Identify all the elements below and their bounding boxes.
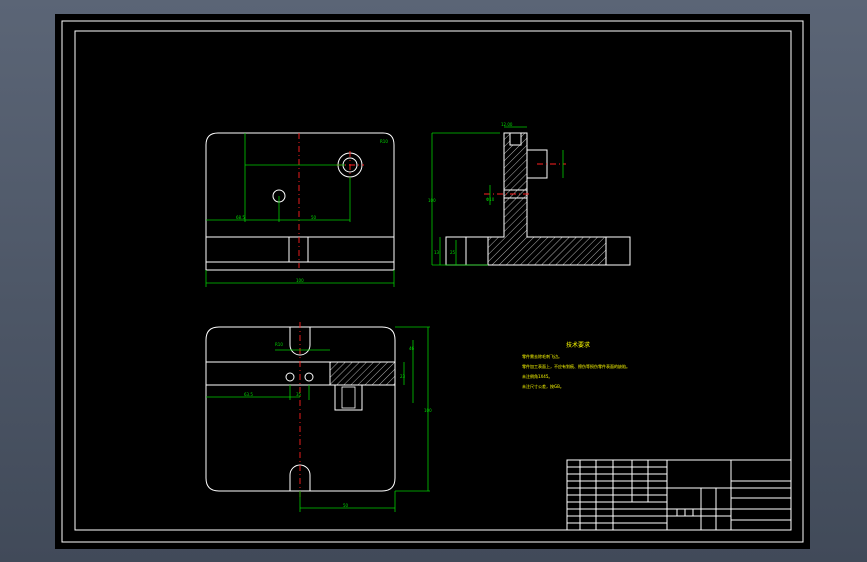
svg-text:R10: R10 [275, 342, 283, 347]
svg-text:Φ10: Φ10 [486, 197, 495, 202]
svg-text:25: 25 [450, 250, 456, 255]
title-block [566, 459, 792, 531]
svg-text:100: 100 [296, 278, 304, 283]
svg-text:63.5: 63.5 [244, 392, 253, 397]
svg-text:13: 13 [434, 250, 440, 255]
svg-text:35: 35 [296, 392, 302, 397]
top-view: 63.5 35 50 100 46 23 R10 [205, 322, 432, 512]
svg-text:50: 50 [343, 503, 349, 508]
svg-text:100: 100 [428, 198, 436, 203]
front-view: 68.5 50 100 R10 [205, 132, 395, 287]
svg-text:23: 23 [400, 374, 406, 379]
cad-drawing: 68.5 50 100 R10 100 Φ10 12.00 13 25 63.5… [61, 20, 804, 543]
svg-text:68.5: 68.5 [236, 215, 245, 220]
outer-border [61, 20, 804, 543]
notes-line-1: 零件需去除毛刺飞边。 [522, 353, 562, 359]
svg-text:50: 50 [311, 215, 317, 220]
notes-line-4: 未注尺寸公差，按GB。 [522, 383, 564, 389]
svg-text:12.00: 12.00 [501, 122, 513, 127]
side-view: 100 Φ10 12.00 13 25 [428, 122, 631, 266]
notes-line-3: 未注倒角1X45。 [522, 373, 552, 379]
notes-title: 技术要求 [566, 341, 590, 349]
notes-line-2: 零件加工表面上，不应有划痕、擦伤等损伤零件表面的缺陷。 [522, 363, 630, 369]
svg-text:R10: R10 [380, 139, 388, 144]
svg-text:46: 46 [409, 346, 415, 351]
svg-text:100: 100 [424, 408, 432, 413]
technical-notes: 技术要求 零件需去除毛刺飞边。 零件加工表面上，不应有划痕、擦伤等损伤零件表面的… [522, 341, 630, 389]
inner-border [74, 30, 792, 531]
